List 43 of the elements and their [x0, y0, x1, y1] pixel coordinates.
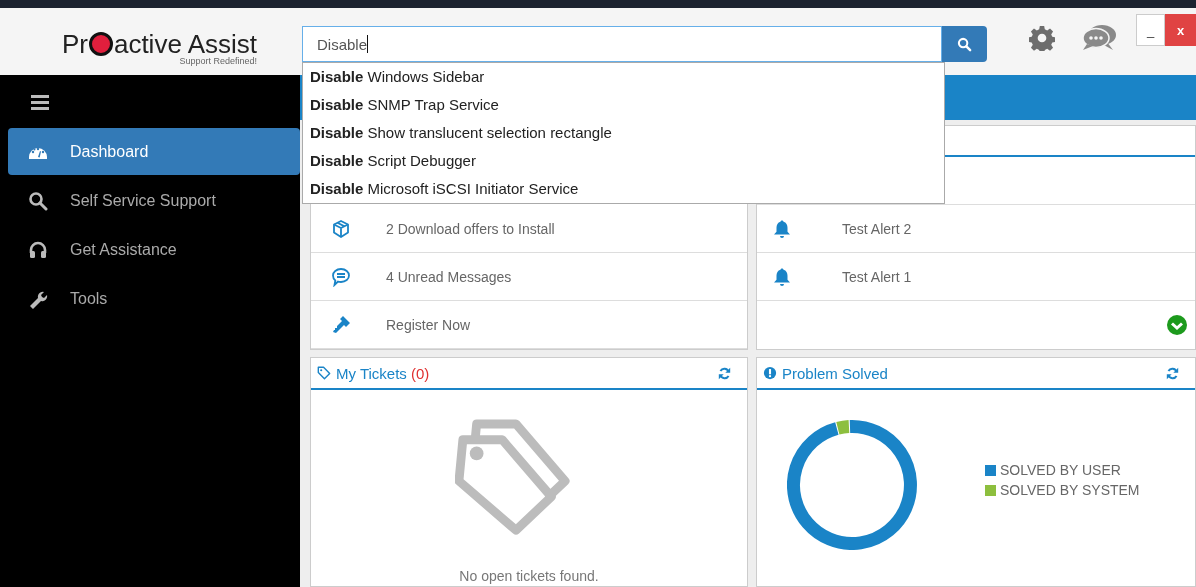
empty-message: No open tickets found. [459, 568, 599, 584]
suggestion-item[interactable]: Disable Windows Sidebar [303, 63, 944, 91]
sidebar-item[interactable]: Get Assistance [8, 226, 300, 273]
speech-bubble-icon [331, 266, 351, 287]
legend-label: SOLVED BY SYSTEM [1000, 482, 1140, 498]
chat-icon[interactable] [1081, 24, 1117, 52]
refresh-icon[interactable] [718, 366, 731, 380]
panel-title: My Tickets (0) [336, 364, 430, 382]
tag-icon [317, 366, 331, 380]
menu-icon[interactable] [31, 93, 49, 110]
refresh-icon[interactable] [1166, 366, 1179, 380]
suggestion-item[interactable]: Disable Microsoft iSCSI Initiator Service [303, 175, 944, 203]
logo-icon [87, 31, 114, 57]
check-circle-icon [1167, 315, 1187, 335]
tagline: Support Redefined! [179, 56, 257, 66]
alert-row[interactable]: Test Alert 1 [757, 253, 1195, 301]
search-icon [957, 36, 972, 52]
exclamation-icon [763, 366, 777, 380]
search-button[interactable] [942, 26, 987, 62]
bell-icon [772, 218, 792, 239]
alert-row[interactable]: Test Alert 2 [757, 205, 1195, 253]
sidebar-item[interactable]: Tools [8, 275, 300, 322]
headphones-icon [28, 239, 48, 260]
sidebar-item[interactable]: Dashboard [8, 128, 300, 175]
suggestion-item[interactable]: Disable Script Debugger [303, 147, 944, 175]
package-icon [331, 218, 351, 239]
suggestion-item[interactable]: Disable Show translucent selection rectangle [303, 119, 944, 147]
settings-icon[interactable] [1029, 25, 1055, 51]
legend-label: SOLVED BY USER [1000, 462, 1121, 478]
suggestion-item[interactable]: Disable SNMP Trap Service [303, 91, 944, 119]
panel-title: Problem Solved [782, 364, 888, 382]
search-icon [28, 190, 48, 211]
minimize-button[interactable]: _ [1136, 14, 1165, 46]
offer-row[interactable]: 2 Download offers to Install [311, 205, 747, 253]
key-icon [331, 314, 351, 335]
bell-icon [772, 266, 792, 287]
offer-row[interactable]: Register Now [311, 301, 747, 349]
app-name-end: active Assist [113, 30, 257, 58]
search-field[interactable]: Disable [302, 26, 942, 62]
close-button[interactable]: x [1165, 14, 1196, 46]
app-name-start: Pr [61, 30, 88, 58]
sidebar-item[interactable]: Self Service Support [8, 177, 300, 224]
offer-row[interactable]: 4 Unread Messages [311, 253, 747, 301]
